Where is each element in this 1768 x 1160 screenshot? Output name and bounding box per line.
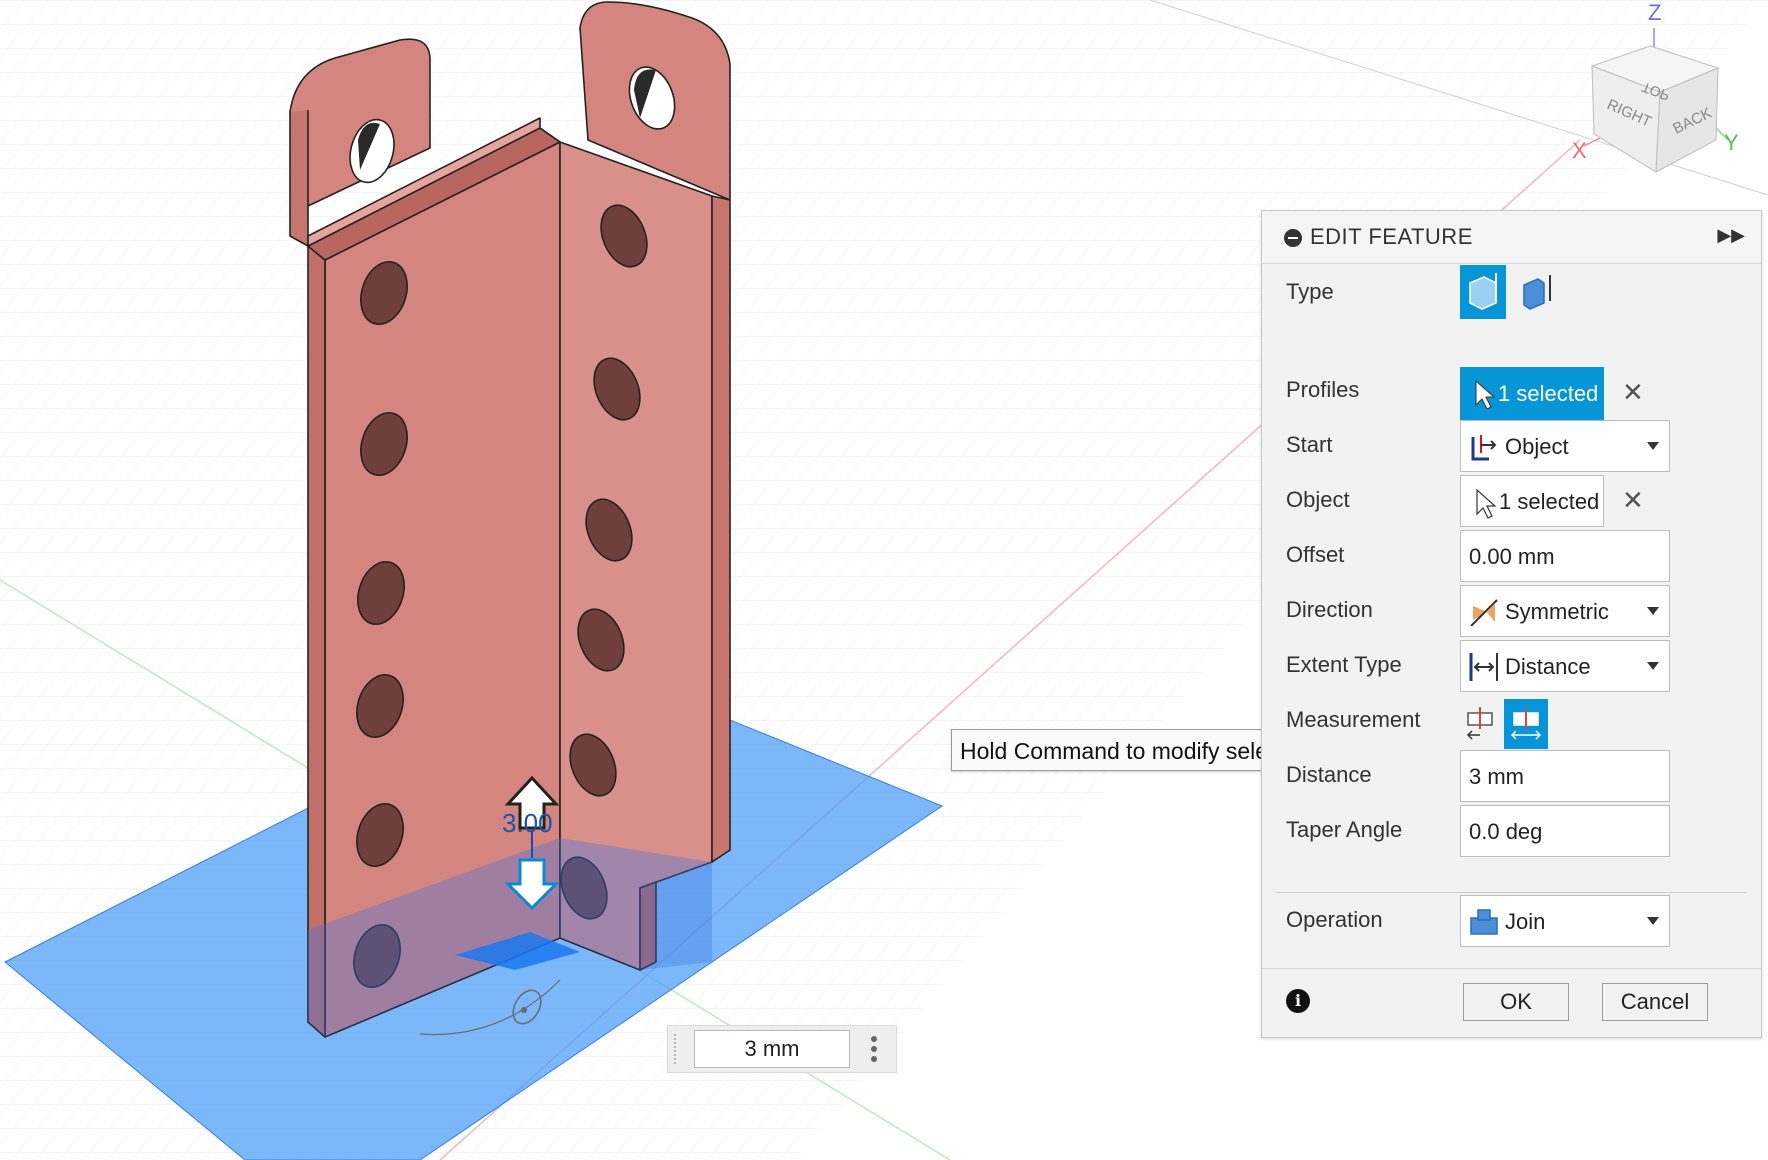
cancel-button[interactable]: Cancel [1602,983,1708,1021]
row-object: Object 1 selected ✕ [1262,398,1761,527]
operation-label: Operation [1286,907,1383,932]
section-divider [1276,892,1747,893]
row-profiles: Profiles 1 selected ✕ [1262,289,1761,421]
axis-z-label: Z [1648,0,1661,25]
row-operation: Operation Join [1262,827,1761,947]
footer-divider [1262,968,1761,969]
operation-value: Join [1505,909,1546,934]
panel-header: EDIT FEATURE ▶▶ [1262,211,1761,264]
manipulator-value: 3.00 [502,808,553,838]
operation-dropdown[interactable]: Join [1460,895,1670,947]
collapse-circle-icon[interactable] [1284,229,1302,247]
axis-x-label: X [1572,138,1587,163]
row-direction: Direction Symmetric [1262,508,1761,637]
edit-feature-panel: EDIT FEATURE ▶▶ Type Profiles 1 selected… [1261,210,1762,1038]
floating-distance-field[interactable]: 3 mm [667,1025,897,1073]
panel-title: EDIT FEATURE [1310,224,1473,249]
row-measurement: Measurement [1262,618,1761,749]
row-taper-angle: Taper Angle 0.0 deg [1262,728,1761,857]
join-icon [1470,909,1498,935]
row-offset: Offset 0.00 mm [1262,453,1761,582]
axis-y-label: Y [1724,130,1739,155]
row-extent-type: Extent Type Distance [1262,563,1761,692]
row-start: Start Object [1262,343,1761,472]
more-options-icon[interactable] [871,1036,877,1064]
row-distance: Distance 3 mm [1262,673,1761,802]
ok-button[interactable]: OK [1463,983,1569,1021]
info-icon[interactable]: i [1286,989,1310,1013]
fast-forward-icon[interactable]: ▶▶ [1717,225,1745,246]
floating-distance-input[interactable]: 3 mm [694,1030,850,1068]
drag-grip-icon[interactable] [674,1034,682,1064]
chevron-down-icon [1647,917,1659,925]
